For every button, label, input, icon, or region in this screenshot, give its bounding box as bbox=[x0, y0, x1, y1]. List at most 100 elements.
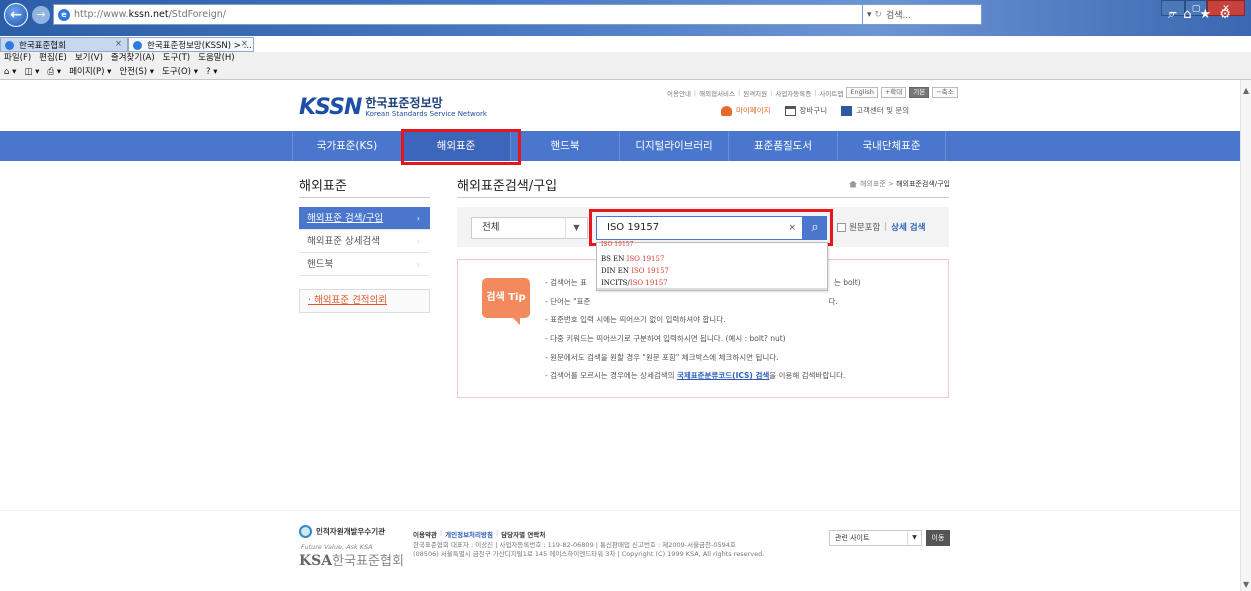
english-button[interactable]: English bbox=[846, 87, 878, 98]
footer-award: 인적자원개발우수기관 bbox=[299, 525, 385, 538]
footer-info-line: (08506) 서울특별시 금천구 가산디지털1로 145 에이스하이엔드타워 … bbox=[413, 550, 765, 558]
safety-cmd[interactable]: 안전(S) ▾ bbox=[119, 64, 154, 79]
scroll-up-icon[interactable]: ▲ bbox=[1243, 86, 1249, 95]
util-link-service[interactable]: 해외협서비스 bbox=[699, 88, 735, 98]
home-cmd[interactable]: ⌂ ▾ bbox=[4, 64, 16, 79]
fulltext-label: 원문포함 bbox=[849, 223, 881, 233]
person-icon bbox=[721, 105, 732, 116]
tab-kssn-page[interactable]: 한국표준정보망(KSSN) > ... × bbox=[128, 37, 254, 52]
suggestion-item[interactable]: DIN EN ISO 19157 bbox=[601, 265, 827, 277]
kssn-logo[interactable]: KSSN 한국표준정보망 Korean Standards Service Ne… bbox=[299, 97, 487, 119]
side-item-search[interactable]: 해외표준 검색/구입 › bbox=[299, 207, 430, 230]
close-tab-icon[interactable]: × bbox=[241, 39, 248, 49]
forward-icon[interactable]: → bbox=[32, 6, 50, 24]
command-bar: ⌂ ▾ ◫ ▾ ⎙ ▾ 페이지(P) ▾ 안전(S) ▾ 도구(O) ▾ ? ▾ bbox=[0, 64, 1251, 80]
global-nav: 국가표준(KS) 해외표준 핸드북 디지털라이브러리 표준품질도서 국내단체표준 bbox=[0, 131, 1240, 161]
ics-search-link[interactable]: 국제표준분류코드(ICS) 검색 bbox=[677, 371, 769, 380]
address-bar[interactable]: e http://www.kssn.net/StdForeign/ bbox=[53, 4, 981, 25]
cart-link[interactable]: 장바구니 bbox=[784, 105, 827, 116]
side-item-detail-search[interactable]: 해외표준 상세검색 › bbox=[299, 230, 430, 253]
footer-divider bbox=[0, 510, 1240, 511]
detail-search-link[interactable]: 상세 검색 bbox=[891, 221, 925, 233]
nav-item-books[interactable]: 표준품질도서 bbox=[728, 131, 837, 161]
home-icon[interactable]: ⌂ bbox=[1183, 7, 1191, 22]
nav-item-ks[interactable]: 국가표준(KS) bbox=[292, 131, 401, 161]
breadcrumb: 해외표준 > 해외표준검색/구입 bbox=[849, 179, 950, 189]
side-item-handbook[interactable]: 핸드북 › bbox=[299, 253, 430, 276]
menu-view[interactable]: 보기(V) bbox=[75, 52, 103, 64]
logo-english: Korean Standards Service Network bbox=[365, 110, 487, 118]
mypage-link[interactable]: 마이페이지 bbox=[721, 105, 771, 116]
ie-page-icon: e bbox=[58, 8, 70, 21]
menu-file[interactable]: 파일(F) bbox=[4, 52, 31, 64]
chevron-down-icon[interactable]: ▼ bbox=[907, 531, 921, 545]
help-cmd[interactable]: ? ▾ bbox=[206, 64, 218, 79]
tip-line: - 단어는 "표준 다. bbox=[545, 296, 838, 306]
user-links: 마이페이지 장바구니 고객센터 및 문의 bbox=[707, 105, 909, 116]
util-link-guide[interactable]: 이용안내 bbox=[667, 88, 691, 98]
gear-icon[interactable]: ⚙ bbox=[1219, 7, 1231, 22]
address-search[interactable]: ▾ ↻ 검색... bbox=[862, 4, 982, 25]
search-tip-list: - 검색어는 표는 bolt) - 단어는 "표준 다. - 표준번호 입력 시에… bbox=[545, 277, 861, 389]
autocomplete-list: ISO 19157 BS EN ISO 19157 DIN EN ISO 191… bbox=[596, 241, 828, 291]
privacy-link[interactable]: 개인정보처리방침 bbox=[445, 529, 493, 539]
browser-toolbar-right: ⌕ ⌂ ★ ⚙ bbox=[1168, 7, 1231, 22]
breadcrumb-item[interactable]: 해외표준 bbox=[860, 179, 886, 189]
util-link-remote[interactable]: 원격지원 bbox=[743, 88, 767, 98]
home-icon[interactable] bbox=[849, 180, 857, 188]
nav-item-handbook[interactable]: 핸드북 bbox=[510, 131, 619, 161]
scroll-down-icon[interactable]: ▼ bbox=[1243, 580, 1249, 589]
suggestion-item[interactable]: BS EN ISO 19157 bbox=[601, 253, 827, 265]
related-sites-select[interactable]: 관련 사이트 ▼ bbox=[829, 530, 922, 546]
zoom-in-button[interactable]: +확대 bbox=[880, 87, 907, 98]
go-button[interactable]: 이동 bbox=[926, 530, 950, 546]
quote-request-link[interactable]: · 해외표준 견적의뢰 bbox=[299, 289, 430, 313]
suggestion-scroll bbox=[597, 288, 827, 290]
tip-line: - 검색어를 모르시는 경우에는 상세검색의 국제표준분류코드(ICS) 검색을… bbox=[545, 371, 846, 381]
cart-icon bbox=[784, 105, 796, 116]
tip-line: - 다중 키워드는 띄어쓰기로 구분하여 입력하시면 됩니다. (예시 : bo… bbox=[545, 334, 786, 344]
menu-tools[interactable]: 도구(T) bbox=[163, 52, 190, 64]
close-tab-icon[interactable]: × bbox=[115, 39, 122, 49]
category-select-value: 전체 bbox=[482, 222, 500, 233]
nav-highlight-box bbox=[401, 129, 521, 165]
search-options: 원문포함 | 상세 검색 bbox=[837, 221, 925, 233]
feeds-cmd[interactable]: ◫ ▾ bbox=[24, 64, 39, 79]
tools-cmd[interactable]: 도구(O) ▾ bbox=[162, 64, 198, 79]
favorites-icon[interactable]: ★ bbox=[1200, 7, 1212, 22]
zoom-reset-button[interactable]: 기본 bbox=[909, 87, 930, 98]
suggestion-partial[interactable]: ISO 19157 bbox=[601, 241, 633, 248]
print-cmd[interactable]: ⎙ ▾ bbox=[47, 64, 61, 79]
footer-links: 이용약관 | 개인정보처리방침 | 담당자별 연락처 bbox=[413, 529, 546, 539]
browser-tabs: 한국표준협회 × 한국표준정보망(KSSN) > ... × bbox=[0, 37, 254, 52]
logo-mark: KSSN bbox=[299, 95, 362, 120]
chevron-right-icon: › bbox=[416, 260, 420, 269]
util-link-sitemap[interactable]: 사이트맵 bbox=[819, 88, 843, 98]
menu-favorites[interactable]: 즐겨찾기(A) bbox=[111, 52, 155, 64]
tab-title: 한국표준협회 bbox=[19, 41, 66, 51]
search-icon[interactable]: ⌕ bbox=[1168, 7, 1175, 22]
support-link[interactable]: 고객센터 및 문의 bbox=[841, 105, 909, 116]
refresh-icon[interactable]: ↻ bbox=[872, 10, 882, 20]
zoom-out-button[interactable]: −축소 bbox=[932, 87, 958, 98]
logo-text: 한국표준정보망 Korean Standards Service Network bbox=[365, 97, 487, 119]
page-scrollbar[interactable]: ▲ ▼ bbox=[1240, 80, 1251, 591]
tab-kssn-home[interactable]: 한국표준협회 × bbox=[0, 37, 128, 52]
category-select[interactable]: 전체 ▼ bbox=[471, 217, 588, 239]
footer-info-line: 한국표준협회 대표자 : 이상진 | 사업자등록번호 : 119-82-0680… bbox=[413, 541, 736, 549]
chevron-right-icon: › bbox=[416, 237, 420, 246]
menu-help[interactable]: 도움말(H) bbox=[198, 52, 234, 64]
support-icon bbox=[841, 105, 853, 116]
contacts-link[interactable]: 담당자별 연락처 bbox=[501, 529, 545, 539]
util-link-bizreg[interactable]: 사업자등록증 bbox=[775, 88, 811, 98]
chevron-down-icon[interactable]: ▼ bbox=[565, 218, 587, 238]
side-title: 해외표준 bbox=[299, 179, 347, 194]
nav-item-group-standards[interactable]: 국내단체표준 bbox=[837, 131, 946, 161]
menu-edit[interactable]: 편집(E) bbox=[39, 52, 67, 64]
page-title: 해외표준검색/구입 bbox=[457, 179, 558, 194]
back-icon[interactable]: ← bbox=[4, 3, 28, 27]
page-cmd[interactable]: 페이지(P) ▾ bbox=[69, 64, 111, 79]
terms-link[interactable]: 이용약관 bbox=[413, 529, 437, 539]
nav-item-library[interactable]: 디지털라이브러리 bbox=[619, 131, 728, 161]
fulltext-checkbox[interactable] bbox=[837, 222, 846, 232]
